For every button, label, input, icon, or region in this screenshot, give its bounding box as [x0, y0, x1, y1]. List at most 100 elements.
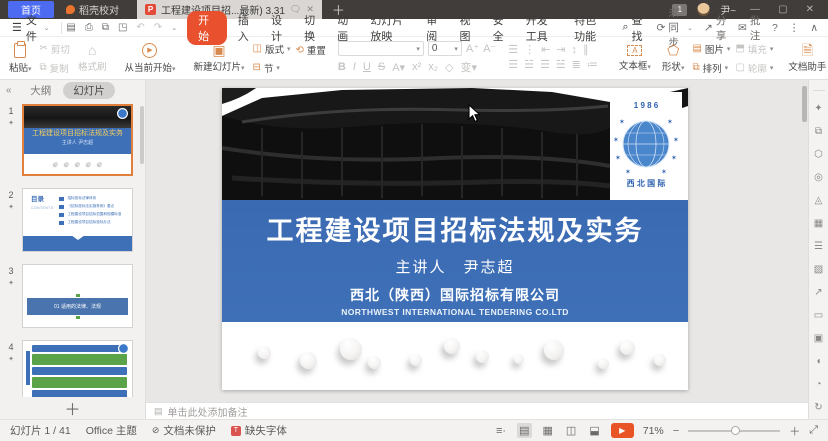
- properties-panel-icon[interactable]: ☰: [814, 242, 823, 252]
- save-icon[interactable]: ▤: [66, 22, 75, 33]
- zoom-out-icon[interactable]: −: [673, 425, 679, 437]
- cut-button[interactable]: ✂剪切: [40, 42, 70, 56]
- slide-company-en[interactable]: NORTHWEST INTERNATIONAL TENDERING CO.LTD: [222, 307, 688, 317]
- italic-button[interactable]: I: [353, 61, 356, 73]
- title-band[interactable]: 工程建设项目招标法规及实务 主讲人 尹志超 西北（陕西）国际招标有限公司 NOR…: [222, 200, 688, 322]
- section-button[interactable]: ⊟节▾: [253, 61, 291, 75]
- missing-font-icon: T: [231, 426, 241, 436]
- play-from-current-button[interactable]: ▶ 从当前开始▾: [121, 43, 178, 74]
- panel-scrollbar[interactable]: [140, 106, 144, 164]
- superscript-button[interactable]: x²: [412, 61, 421, 73]
- notes-toggle-icon[interactable]: ≡·: [494, 424, 508, 438]
- quickbar-more-icon[interactable]: ⌄: [171, 24, 177, 32]
- zoom-slider-knob[interactable]: [731, 426, 740, 435]
- protection-status[interactable]: ⊘ 文档未保护: [152, 423, 216, 438]
- design-tools-icon[interactable]: ◎: [814, 173, 823, 183]
- normal-view-icon[interactable]: ▤: [517, 423, 531, 438]
- two-page-view-icon[interactable]: ◫: [564, 423, 578, 438]
- right-tool-strip: ✦ ⧉ ⬡ ◎ ◬ ▦ ☰ ▧ ↗ ▭ ▣ ◖ ◔ ↻: [808, 80, 828, 419]
- canvas-scrollbar[interactable]: [802, 86, 807, 122]
- share-button[interactable]: ↗ 分享: [704, 13, 727, 43]
- paste-button[interactable]: 粘贴▾: [6, 43, 35, 74]
- redo-icon[interactable]: ↷: [154, 22, 162, 33]
- more-text-button[interactable]: 变▾: [461, 59, 478, 75]
- format-painter-button[interactable]: ⌂ 格式刷: [75, 43, 110, 73]
- docer-proof-tab[interactable]: 稻壳校对: [54, 2, 131, 17]
- reading-view-icon[interactable]: ⬓: [587, 423, 601, 438]
- fill-button[interactable]: ⬒填充▾: [735, 42, 773, 56]
- history-icon[interactable]: ↻: [814, 403, 822, 413]
- font-size-select[interactable]: 0▾: [428, 41, 462, 56]
- picture-button[interactable]: ▤图片▾: [692, 42, 730, 56]
- audio-icon[interactable]: ◖: [815, 357, 821, 367]
- doc-assistant-button[interactable]: 🗎 文档助手: [785, 43, 828, 73]
- side-label-bar: [26, 351, 30, 385]
- collapse-ribbon-icon[interactable]: ∧: [810, 22, 818, 34]
- zoom-slider[interactable]: [688, 430, 780, 432]
- export-share-icon[interactable]: ↗: [814, 288, 822, 298]
- shapes-library-icon[interactable]: ⬡: [814, 150, 823, 160]
- copy-button[interactable]: ⧉复制: [40, 61, 70, 75]
- color-scheme-icon[interactable]: ◬: [815, 196, 823, 206]
- statusbar: 幻灯片 1 / 41 Office 主题 ⊘ 文档未保护 T 缺失字体 ≡· ▤…: [0, 419, 828, 441]
- bullet-icon: [59, 205, 64, 209]
- layout-grid-icon[interactable]: ▦: [814, 219, 823, 229]
- notes-bar[interactable]: ▤ 单击此处添加备注: [146, 402, 808, 419]
- slide-speaker[interactable]: 主讲人 尹志超: [222, 256, 688, 277]
- layout-button[interactable]: ◫版式▾: [253, 42, 291, 56]
- company-logo[interactable]: 1 9 8 6 ✶✶ ✶✶ ✶✶ ✶✶: [610, 92, 682, 192]
- shapes-button[interactable]: ⬠ 形状▾: [659, 43, 688, 73]
- increase-font-icon[interactable]: A⁺: [466, 42, 479, 55]
- picture-icon: ▤: [692, 43, 701, 54]
- more-icon[interactable]: ⋮: [789, 22, 800, 34]
- slideshow-play-button[interactable]: ▶: [611, 423, 634, 438]
- arrange-button[interactable]: ⧉排列▾: [692, 61, 730, 75]
- undo-icon[interactable]: ↶: [136, 22, 144, 33]
- comment-button[interactable]: ✉ 批注: [738, 13, 761, 43]
- print-icon[interactable]: ⎙: [85, 22, 93, 33]
- clock-icon[interactable]: ◔: [815, 380, 821, 390]
- font-name-select[interactable]: ▾: [338, 41, 424, 56]
- underline-button[interactable]: U: [363, 61, 371, 73]
- slide-thumbnail-3[interactable]: 01 适用的法律、法规: [22, 264, 133, 328]
- slide-title[interactable]: 工程建设项目招标法规及实务: [222, 209, 688, 248]
- help-icon[interactable]: ?: [772, 22, 778, 34]
- decrease-font-icon[interactable]: A⁻: [483, 42, 496, 55]
- slide-sorter-icon[interactable]: ▦: [541, 423, 555, 438]
- preview-icon[interactable]: ◳: [118, 22, 127, 33]
- theme-name[interactable]: Office 主题: [86, 423, 137, 438]
- smart-assistant-icon[interactable]: ✦: [814, 104, 822, 114]
- bold-button[interactable]: B: [338, 61, 346, 73]
- slide-thumbnail-1[interactable]: 工程建设项目招标法规及实务 主讲人 尹志超: [22, 104, 133, 176]
- image-library-icon[interactable]: ▧: [814, 265, 823, 275]
- zoom-in-icon[interactable]: ＋: [789, 423, 800, 439]
- subscript-button[interactable]: x₂: [428, 61, 438, 73]
- slide-thumbnail-4[interactable]: [22, 340, 133, 397]
- paragraph-align-row2[interactable]: ☰☱☰☱≣≔: [508, 59, 604, 72]
- zoom-level[interactable]: 71%: [643, 425, 664, 437]
- paragraph-tools-row1[interactable]: ☰⋮⇤⇥↕∥: [508, 44, 604, 57]
- new-slide-button[interactable]: ▣ 新建幻灯片▾: [190, 43, 247, 73]
- docer-icon: [66, 5, 75, 14]
- slide-company[interactable]: 西北（陕西）国际招标有限公司: [222, 285, 688, 305]
- object-frame-icon[interactable]: ▭: [814, 311, 823, 321]
- textbox-button[interactable]: A 文本框▾: [616, 45, 654, 72]
- strikethrough-button[interactable]: S: [378, 61, 385, 73]
- slide-editor[interactable]: 1 9 8 6 ✶✶ ✶✶ ✶✶ ✶✶: [222, 88, 688, 390]
- collapse-panel-icon[interactable]: «: [6, 85, 12, 96]
- print-preview-icon[interactable]: ⧉: [102, 22, 109, 33]
- sphere-decoration: [300, 352, 317, 369]
- slide-thumbnail-2[interactable]: 目录CONTENTS 招标投标法律体系 《招标投标法实施条例》要点: [22, 188, 133, 252]
- font-color-button[interactable]: A▾: [392, 61, 405, 74]
- reset-button[interactable]: ⟲重置: [296, 43, 326, 57]
- outline-button[interactable]: ▢轮廓▾: [735, 61, 773, 75]
- media-image-icon[interactable]: ▣: [814, 334, 823, 344]
- slide-canvas[interactable]: 1 9 8 6 ✶✶ ✶✶ ✶✶ ✶✶: [146, 80, 808, 402]
- missing-font-status[interactable]: T 缺失字体: [231, 423, 287, 438]
- slide-library-icon[interactable]: ⧉: [815, 127, 822, 137]
- tab-outline[interactable]: 大纲: [30, 83, 51, 98]
- tab-slides[interactable]: 幻灯片: [63, 82, 115, 99]
- text-effect-button[interactable]: ◇: [445, 61, 453, 74]
- add-slide-button[interactable]: ＋: [0, 397, 145, 419]
- fit-screen-icon[interactable]: ⤢: [809, 424, 818, 437]
